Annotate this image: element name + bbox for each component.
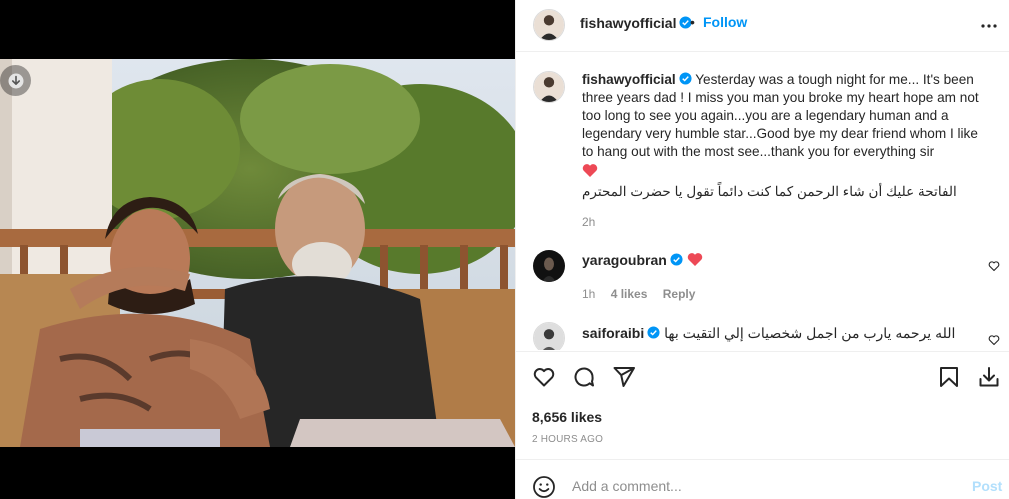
- comment-item: saiforaibi الله يرحمه يارب من اجمل شخصيا…: [582, 324, 972, 342]
- verified-badge-icon: [647, 326, 660, 339]
- more-options-icon: [981, 24, 997, 28]
- more-options-button[interactable]: [977, 14, 1001, 38]
- header-username[interactable]: fishawyofficial: [580, 15, 693, 31]
- comment-icon[interactable]: [572, 365, 596, 389]
- caption: fishawyofficial Yesterday was a tough ni…: [582, 71, 986, 231]
- comment-likes[interactable]: 4 likes: [611, 287, 648, 301]
- comment-text: الله يرحمه يارب من اجمل شخصيات إلي التقي…: [664, 325, 956, 341]
- red-heart-icon: [687, 253, 702, 266]
- comment-avatar[interactable]: [533, 250, 565, 282]
- caption-username[interactable]: fishawyofficial: [582, 72, 676, 87]
- post-button[interactable]: Post: [972, 478, 1002, 494]
- caption-avatar[interactable]: [533, 71, 565, 103]
- comment-item: yaragoubran 1h 4 likes Reply: [582, 251, 972, 303]
- like-icon[interactable]: [532, 365, 556, 389]
- post-photo: [0, 59, 515, 447]
- download-icon[interactable]: [977, 365, 1001, 389]
- comments-list[interactable]: fishawyofficial Yesterday was a tough ni…: [516, 53, 1009, 350]
- share-icon[interactable]: [612, 365, 636, 389]
- comment-like-icon[interactable]: [988, 334, 1000, 346]
- comment-username[interactable]: yaragoubran: [582, 252, 667, 268]
- comment-username[interactable]: saiforaibi: [582, 325, 644, 341]
- emoji-icon[interactable]: [532, 475, 556, 499]
- post-header: fishawyofficial • Follow: [516, 0, 1009, 52]
- verified-badge-icon: [679, 72, 692, 85]
- caption-arabic: الفاتحة عليك أن شاء الرحمن كما كنت دائما…: [582, 184, 957, 199]
- header-separator: •: [690, 14, 695, 30]
- post-actions: 8,656 likes 2 HOURS AGO: [516, 351, 1009, 459]
- caption-time: 2h: [582, 215, 596, 229]
- reply-button[interactable]: Reply: [663, 287, 696, 301]
- red-heart-icon: [582, 164, 598, 177]
- header-username-text: fishawyofficial: [580, 15, 677, 31]
- avatar[interactable]: [533, 9, 565, 41]
- save-icon[interactable]: [937, 365, 961, 389]
- download-icon: [8, 73, 23, 88]
- comment-like-icon[interactable]: [988, 260, 1000, 272]
- comment-avatar[interactable]: [533, 322, 565, 350]
- comment-input[interactable]: [572, 474, 932, 498]
- download-badge[interactable]: [0, 65, 31, 96]
- post-timestamp[interactable]: 2 HOURS AGO: [532, 434, 603, 445]
- post-media[interactable]: [0, 0, 515, 499]
- add-comment-bar: Post: [516, 459, 1009, 499]
- follow-button[interactable]: Follow: [703, 14, 747, 30]
- likes-count[interactable]: 8,656 likes: [532, 409, 602, 425]
- comment-time: 1h: [582, 287, 596, 301]
- verified-badge-icon: [670, 253, 683, 266]
- post-side-panel: fishawyofficial • Follow fishawyofficial…: [515, 0, 1009, 499]
